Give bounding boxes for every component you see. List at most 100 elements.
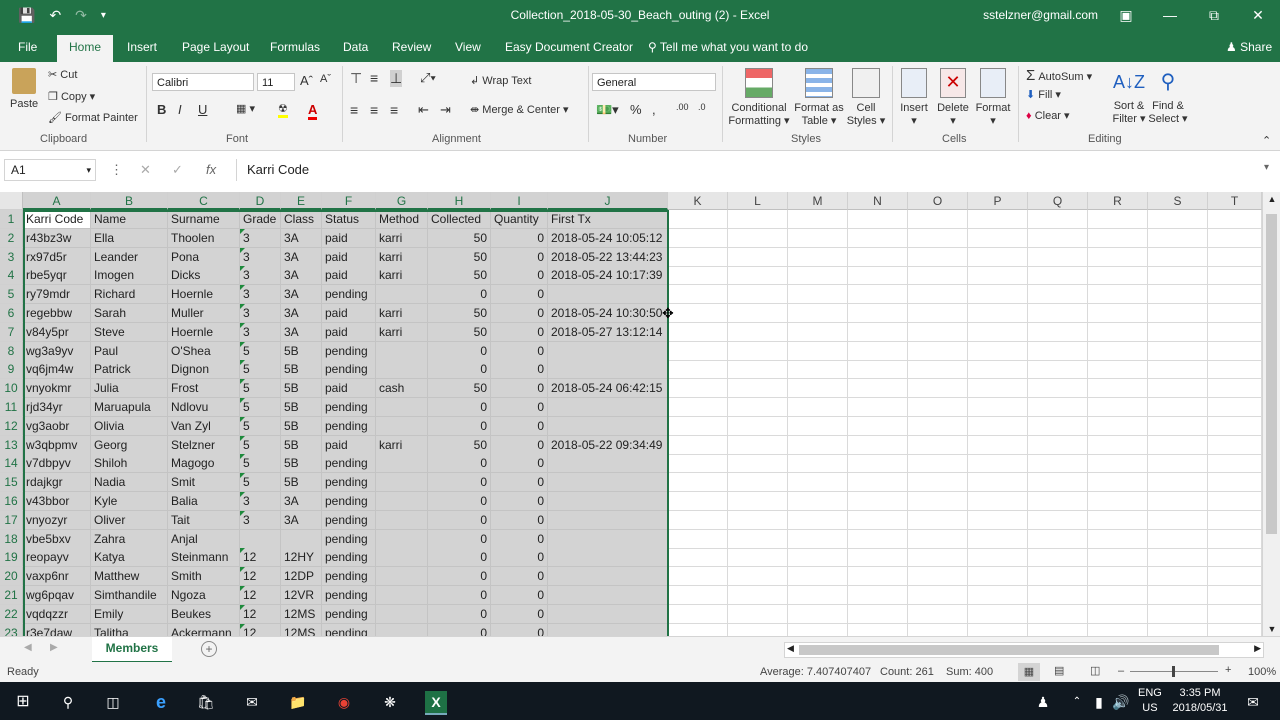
cell[interactable] (968, 228, 1028, 248)
cell[interactable]: 50 (428, 247, 491, 267)
column-header-a[interactable]: A (23, 192, 91, 210)
cell[interactable]: pending (322, 548, 376, 568)
cell[interactable] (848, 548, 908, 568)
zoom-thumb[interactable] (1172, 666, 1175, 677)
cell[interactable]: pending (322, 623, 376, 636)
select-all-corner[interactable] (0, 192, 23, 210)
decrease-indent-icon[interactable]: ⇤ (418, 102, 429, 118)
cell[interactable] (1208, 548, 1262, 568)
cell[interactable]: 0 (491, 266, 548, 286)
cell[interactable]: 0 (491, 322, 548, 342)
cell[interactable]: 0 (491, 529, 548, 549)
cell[interactable] (1208, 492, 1262, 511)
sort-filter-button[interactable]: A↓Z Sort & Filter ▾ (1110, 68, 1148, 125)
cell[interactable]: 5 (240, 341, 281, 361)
cell[interactable] (376, 398, 428, 417)
format-as-table-button[interactable]: Format as Table ▾ (794, 68, 844, 127)
sheet-tab-members[interactable]: Members (92, 637, 172, 664)
cell[interactable]: 3A (281, 266, 322, 286)
cell[interactable]: 0 (491, 586, 548, 605)
cell[interactable] (1088, 492, 1148, 511)
cell[interactable]: karri (376, 304, 428, 323)
cell[interactable]: Paul (91, 341, 168, 361)
cell[interactable] (848, 492, 908, 511)
cell[interactable]: wg6pqav (23, 586, 91, 605)
cell[interactable]: Emily (91, 604, 168, 624)
cell[interactable]: 5 (240, 398, 281, 417)
chrome-icon[interactable]: ◉ (333, 691, 355, 713)
row-header[interactable]: 6 (0, 304, 23, 323)
column-header-i[interactable]: I (491, 192, 548, 210)
cell[interactable] (788, 604, 848, 624)
cell[interactable] (1028, 266, 1088, 286)
cell[interactable] (1028, 510, 1088, 530)
cell[interactable]: pending (322, 360, 376, 380)
cell[interactable] (1088, 304, 1148, 323)
cell[interactable] (788, 548, 848, 568)
paste-button[interactable]: Paste (10, 68, 38, 110)
cell[interactable] (968, 548, 1028, 568)
cell[interactable]: regebbw (23, 304, 91, 323)
search-icon[interactable]: ⚲ (57, 691, 79, 713)
cell[interactable]: pending (322, 454, 376, 474)
cell[interactable]: vnyozyr (23, 510, 91, 530)
cell[interactable] (1148, 454, 1208, 474)
cell[interactable]: 0 (428, 341, 491, 361)
cell[interactable] (788, 322, 848, 342)
cell[interactable]: pending (322, 604, 376, 624)
cell[interactable]: rdajkgr (23, 473, 91, 493)
cell[interactable] (908, 623, 968, 636)
cell[interactable]: 0 (491, 360, 548, 380)
cell[interactable] (376, 604, 428, 624)
cell[interactable] (1208, 322, 1262, 342)
cell[interactable]: 0 (428, 623, 491, 636)
cell[interactable] (728, 604, 788, 624)
cell[interactable] (968, 492, 1028, 511)
cell[interactable] (1208, 360, 1262, 380)
restore-icon[interactable]: ⧉ (1192, 0, 1236, 32)
cell[interactable] (1088, 247, 1148, 267)
cell[interactable]: Maruapula (91, 398, 168, 417)
cell[interactable] (908, 604, 968, 624)
cell[interactable]: paid (322, 322, 376, 342)
close-icon[interactable]: ✕ (1236, 0, 1280, 32)
tab-review[interactable]: Review (392, 40, 431, 54)
excel-app-icon[interactable]: X (425, 691, 447, 715)
cell[interactable] (728, 473, 788, 493)
column-header-d[interactable]: D (240, 192, 281, 210)
cell[interactable] (1088, 360, 1148, 380)
cell[interactable] (668, 567, 728, 587)
cell[interactable] (548, 604, 668, 624)
cell[interactable]: 12DP (281, 567, 322, 587)
cell[interactable]: 3 (240, 247, 281, 267)
cell[interactable] (1208, 454, 1262, 474)
cell[interactable] (1208, 416, 1262, 436)
cell[interactable]: Method (376, 210, 428, 229)
cell[interactable]: 0 (428, 567, 491, 587)
cell[interactable] (788, 247, 848, 267)
cell[interactable] (788, 416, 848, 436)
cell[interactable] (1088, 228, 1148, 248)
cell[interactable] (1088, 567, 1148, 587)
cell[interactable]: Pona (168, 247, 240, 267)
cell[interactable] (1148, 322, 1208, 342)
cell[interactable]: Sarah (91, 304, 168, 323)
cell[interactable]: pending (322, 586, 376, 605)
cell[interactable]: 5B (281, 473, 322, 493)
cell[interactable] (848, 510, 908, 530)
cell[interactable] (1148, 416, 1208, 436)
cell[interactable]: Georg (91, 435, 168, 455)
cell[interactable]: Steve (91, 322, 168, 342)
cell[interactable] (848, 322, 908, 342)
row-header[interactable]: 19 (0, 548, 23, 568)
cell[interactable]: Class (281, 210, 322, 229)
cell[interactable] (1208, 604, 1262, 624)
cell[interactable] (376, 360, 428, 380)
cell[interactable] (968, 604, 1028, 624)
cell[interactable] (1028, 586, 1088, 605)
cell[interactable] (788, 473, 848, 493)
cell[interactable] (1148, 548, 1208, 568)
cell[interactable]: 2018-05-22 13:44:23 (548, 247, 668, 267)
normal-view-icon[interactable]: ▦ (1018, 663, 1040, 681)
cell[interactable] (1088, 285, 1148, 305)
